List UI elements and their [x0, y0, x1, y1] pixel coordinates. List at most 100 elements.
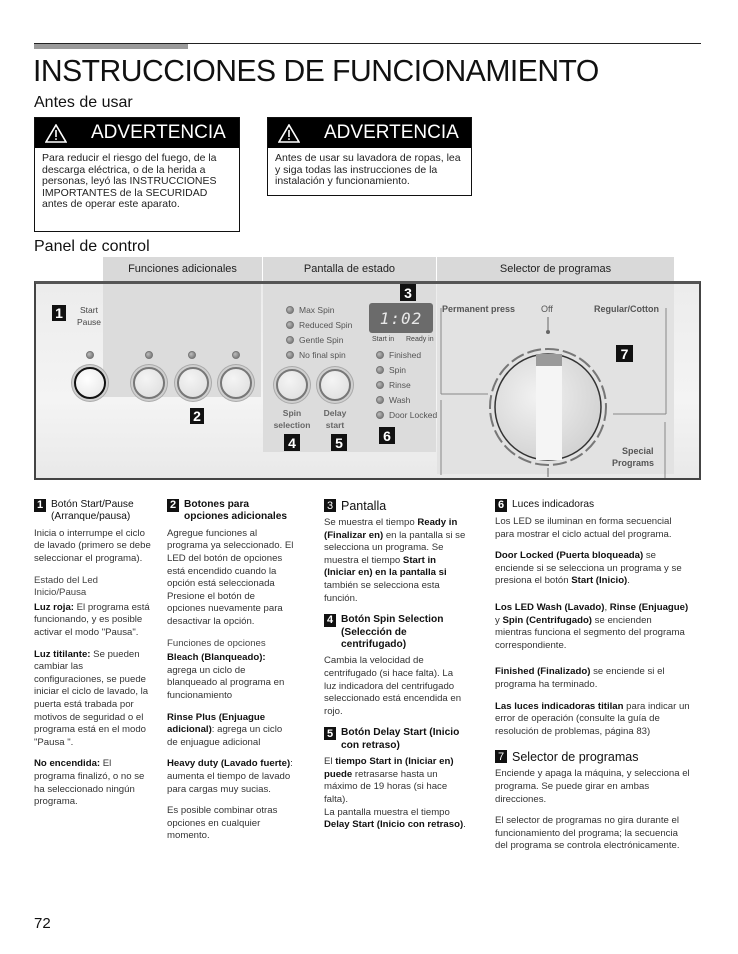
option-led-3	[232, 351, 240, 359]
warning-title: ADVERTENCIA	[324, 122, 459, 143]
callout-badge-4: 4	[284, 434, 300, 451]
callout-badge-3: 3	[400, 284, 416, 301]
callout-badge-7: 7	[616, 345, 633, 362]
spin-option: Reduced Spin	[286, 317, 352, 332]
status-led-dot	[376, 395, 384, 404]
delay-start-button[interactable]	[319, 369, 351, 401]
spin-option-led	[286, 350, 294, 359]
subheading: Funciones de opciones	[167, 637, 266, 649]
start-label: Start	[80, 305, 98, 315]
section-heading-panel: Panel de control	[34, 238, 150, 255]
spin-label-2: selection	[273, 420, 311, 430]
paragraph: Finished (Finalizado) se enciende si el …	[495, 666, 665, 690]
status-led: Rinse	[376, 377, 437, 392]
paragraph: Door Locked (Puerta bloqueada) se encien…	[495, 550, 682, 587]
spin-option-led	[286, 305, 294, 314]
paragraph: Heavy duty (Lavado fuerte): aumenta el t…	[167, 758, 293, 795]
callout-badge-6: 6	[379, 427, 395, 444]
item-heading-6: 6 Luces indicadoras	[495, 499, 691, 512]
spin-option: No final spin	[286, 347, 352, 362]
spin-option-list: Max Spin Reduced Spin Gentle Spin No fin…	[286, 302, 352, 362]
number-badge: 1	[34, 499, 46, 512]
paragraph: Enciende y apaga la máquina, y seleccion…	[495, 768, 690, 805]
option-button-3[interactable]	[220, 367, 252, 399]
column-options: 2 Botones para opciones adicionales Agreg…	[167, 499, 295, 852]
status-led-dot	[376, 380, 384, 389]
paragraph: Luz titilante: Se pueden cambiar las con…	[34, 648, 149, 748]
paragraph: Luz roja: El programa está funcionando, …	[34, 601, 150, 638]
paragraph: Las luces indicadoras titilan para indic…	[495, 700, 690, 737]
status-led: Door Locked	[376, 407, 437, 422]
start-pause-led	[86, 351, 94, 359]
option-led-2	[188, 351, 196, 359]
paragraph: Cambia la velocidad de centrifugado (si …	[324, 655, 462, 717]
spin-option: Max Spin	[286, 302, 352, 317]
warning-text: Antes de usar su lavadora de ropas, lea …	[275, 152, 461, 188]
subheading: Estado del Led Inicio/Pausa	[34, 574, 99, 599]
item-heading-1: 1 Botón Start/Pause (Arranque/pausa)	[34, 499, 152, 524]
column-display: 3 Pantalla Se muestra el tiempo Ready in …	[324, 499, 466, 841]
program-selector-dial[interactable]	[438, 300, 674, 478]
paragraph: No encendida: El programa finalizó, o no…	[34, 758, 145, 808]
paragraph: Rinse Plus (Enjuague adicional): agrega …	[167, 711, 283, 748]
number-badge: 7	[495, 750, 507, 764]
warning-box-1: ADVERTENCIA Para reducir el riesgo del f…	[34, 117, 240, 232]
start-pause-button[interactable]	[74, 367, 106, 399]
pause-label: Pause	[76, 317, 102, 327]
spin-option-led	[286, 335, 294, 344]
display-start-in-label: Start in	[372, 336, 395, 343]
status-led: Spin	[376, 362, 437, 377]
item-heading-7: 7 Selector de programas	[495, 750, 691, 764]
page-number: 72	[34, 915, 51, 932]
status-led-list: Finished Spin Rinse Wash Door Locked	[376, 347, 437, 422]
page-title: INSTRUCCIONES DE FUNCIONAMIENTO	[33, 53, 599, 88]
number-badge: 2	[167, 499, 179, 512]
item-heading-2: 2 Botones para opciones adicionales	[167, 499, 295, 524]
paragraph: Inicia o interrumpe el ciclo de lavado (…	[34, 527, 151, 564]
paragraph: El selector de programas no gira durante…	[495, 815, 680, 852]
number-badge: 5	[324, 727, 336, 741]
warning-title: ADVERTENCIA	[91, 122, 226, 143]
display-ready-in-label: Ready in	[406, 336, 434, 343]
option-button-1[interactable]	[133, 367, 165, 399]
warning-text: Para reducir el riesgo del fuego, de la …	[42, 152, 217, 211]
warning-triangle-icon	[278, 123, 304, 143]
paragraph: Bleach (Blanqueado): agrega un ciclo de …	[167, 652, 285, 701]
warning-header: ADVERTENCIA	[268, 118, 471, 148]
item-heading-4: 4 Botón Spin Selection (Selección de cent…	[324, 614, 466, 651]
delay-label-1: Delay	[323, 408, 347, 418]
status-led: Wash	[376, 392, 437, 407]
item-heading-3: 3 Pantalla	[324, 499, 466, 513]
status-led-dot	[376, 365, 384, 374]
paragraph: El tiempo Start in (Iniciar en) puede re…	[324, 756, 466, 831]
section-heading-antes: Antes de usar	[34, 94, 133, 111]
status-display: 1:02	[369, 303, 433, 333]
zone-label-funciones: Funciones adicionales	[103, 257, 262, 281]
spin-label-1: Spin	[282, 408, 302, 418]
zone-label-selector: Selector de programas	[437, 257, 674, 281]
number-badge: 6	[495, 499, 507, 512]
paragraph: Es posible combinar otras opciones en cu…	[167, 805, 278, 842]
paragraph: Los LED Wash (Lavado), Rinse (Enjuague) …	[495, 601, 689, 651]
option-led-1	[145, 351, 153, 359]
paragraph: Se muestra el tiempo Ready in (Finalizar…	[324, 517, 466, 604]
header-accent-bar	[34, 44, 188, 49]
number-badge: 4	[324, 614, 336, 628]
spin-option-led	[286, 320, 294, 329]
callout-badge-2: 2	[190, 408, 204, 424]
status-led-dot	[376, 410, 384, 419]
warning-box-2: ADVERTENCIA Antes de usar su lavadora de…	[267, 117, 472, 196]
option-button-2[interactable]	[177, 367, 209, 399]
column-indicators: 6 Luces indicadoras Los LED se iluminan e…	[495, 499, 691, 862]
delay-label-2: start	[325, 420, 345, 430]
paragraph: Agregue funciones al programa ya selecci…	[167, 527, 294, 627]
spin-selection-button[interactable]	[276, 369, 308, 401]
warning-header: ADVERTENCIA	[35, 118, 239, 148]
status-led-dot	[376, 350, 384, 359]
status-led: Finished	[376, 347, 437, 362]
paragraph: Los LED se iluminan en forma secuencial …	[495, 516, 672, 540]
warning-triangle-icon	[45, 123, 71, 143]
callout-badge-5: 5	[331, 434, 347, 451]
spin-option: Gentle Spin	[286, 332, 352, 347]
number-badge: 3	[324, 499, 336, 512]
